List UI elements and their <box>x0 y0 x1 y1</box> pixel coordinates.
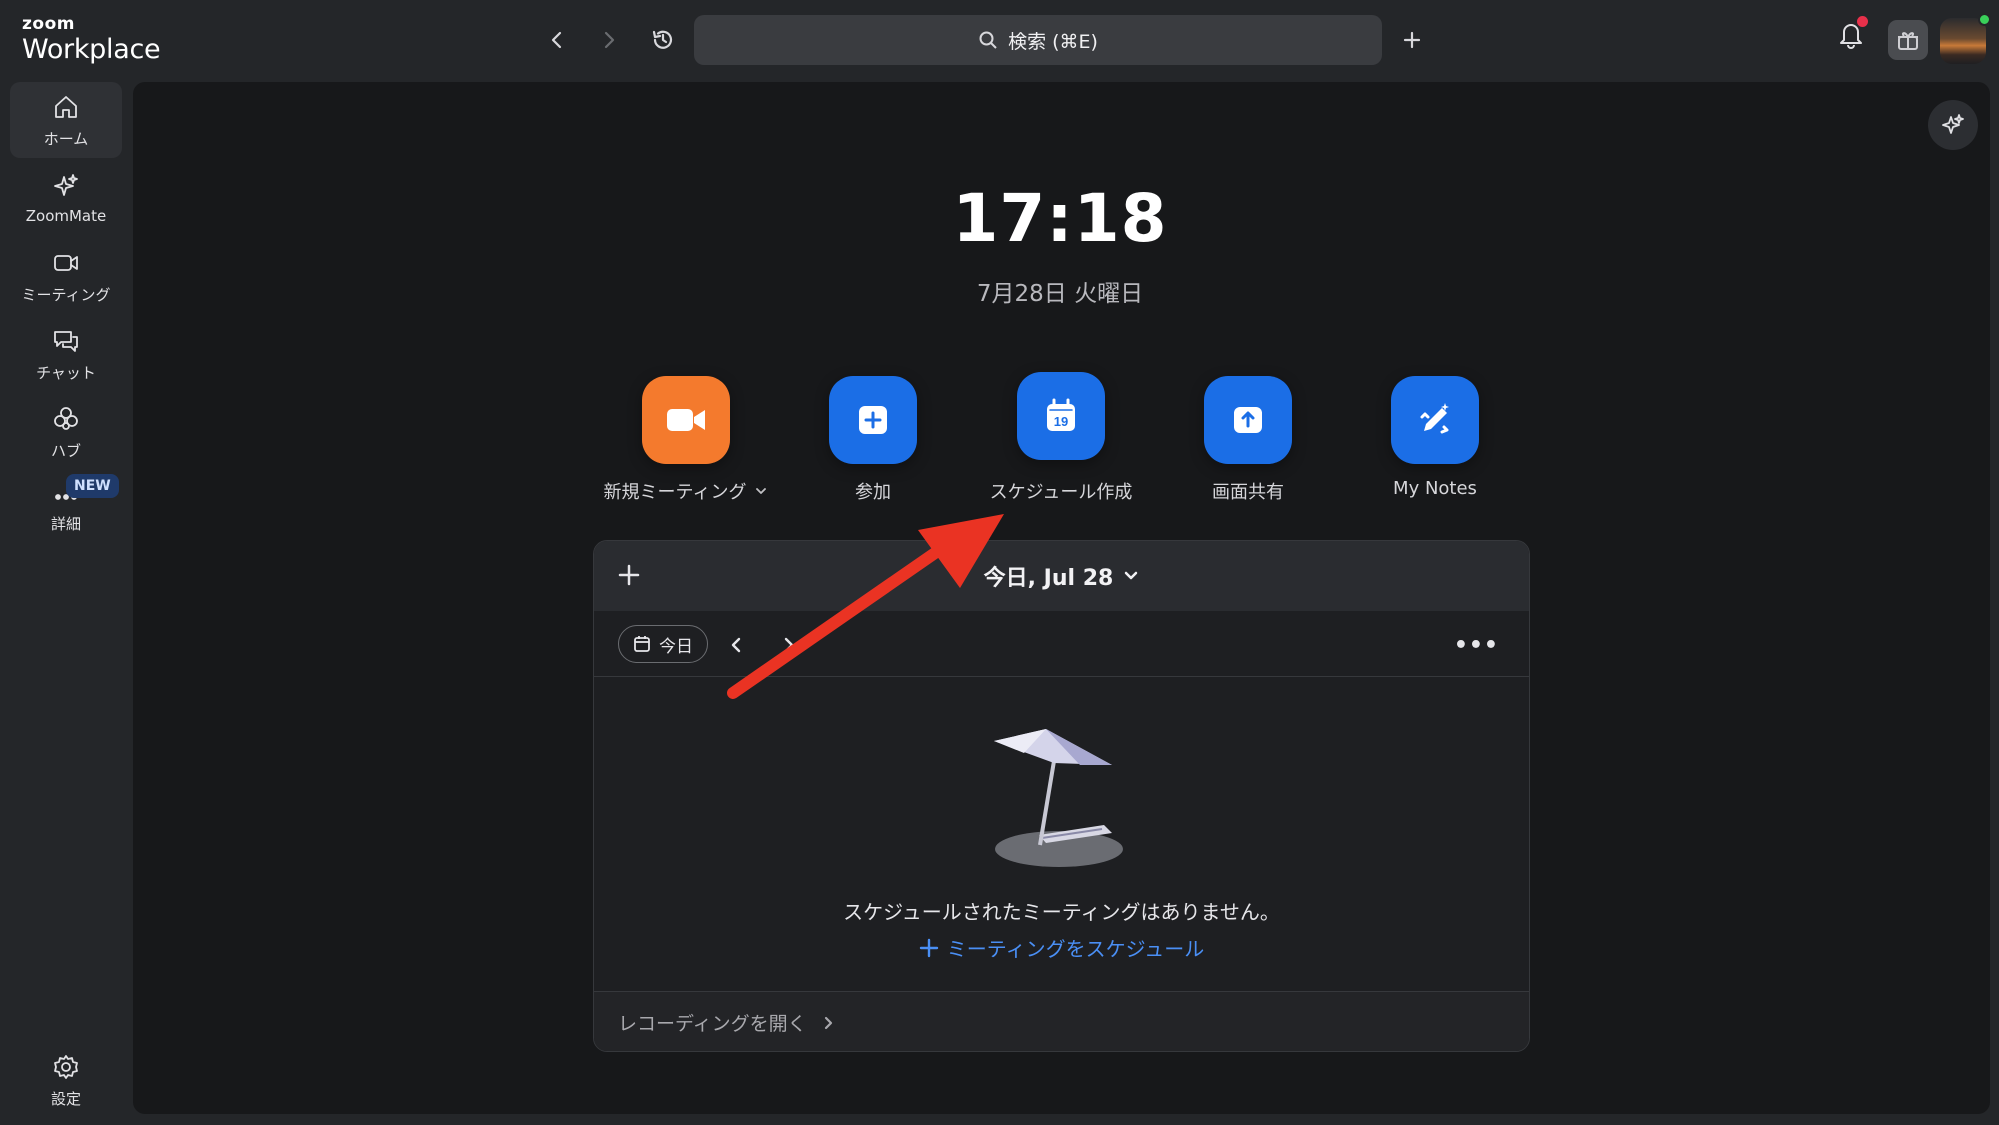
whats-new-button[interactable] <box>1888 20 1928 60</box>
my-notes-label: My Notes <box>1393 478 1477 499</box>
search-label: 検索 (⌘E) <box>1008 30 1098 53</box>
calendar-date-dropdown[interactable]: 今日, Jul 28 <box>594 541 1529 611</box>
history-icon <box>652 30 673 49</box>
calendar-day-number: 19 <box>1054 414 1068 429</box>
calendar-more-button[interactable]: ••• <box>1454 633 1499 658</box>
open-recordings-label: レコーディングを開く <box>618 1013 807 1035</box>
chat-icon <box>54 330 78 352</box>
notifications-button[interactable] <box>1836 16 1868 54</box>
pen-notes-icon <box>1420 403 1449 434</box>
sidebar-item-settings[interactable]: 設定 <box>10 1042 122 1118</box>
join-action[interactable]: 参加 <box>788 376 958 504</box>
calendar-title: 今日, Jul 28 <box>983 566 1114 591</box>
user-avatar[interactable] <box>1940 13 1991 64</box>
new-meeting-action[interactable]: 新規ミーティング <box>601 376 771 504</box>
sidebar-item-label: ホーム <box>43 129 89 148</box>
gear-icon <box>54 1054 78 1079</box>
share-up-icon <box>1234 407 1262 433</box>
sidebar-item-home[interactable]: ホーム <box>10 82 122 158</box>
join-label: 参加 <box>855 482 891 503</box>
chevron-left-icon <box>731 637 741 653</box>
new-meeting-label: 新規ミーティング <box>603 482 747 503</box>
join-button[interactable] <box>829 376 917 464</box>
schedule-action[interactable]: 19 スケジュール作成 <box>976 372 1146 504</box>
top-bar: zoom Workplace 検索 (⌘E) <box>0 0 1999 80</box>
schedule-label: スケジュール作成 <box>989 482 1133 503</box>
chevron-left-icon <box>551 31 562 49</box>
sidebar-item-label: ハブ <box>50 441 81 460</box>
today-label: 今日 <box>659 636 693 657</box>
plus-icon <box>859 406 887 434</box>
search-bar[interactable]: 検索 (⌘E) <box>694 15 1382 65</box>
sidebar-item-label: 詳細 <box>50 514 81 533</box>
chevron-down-icon[interactable] <box>754 484 768 498</box>
schedule-meeting-link[interactable]: ミーティングをスケジュール <box>594 933 1529 962</box>
open-recordings-link[interactable]: レコーディングを開く <box>594 991 1529 1051</box>
home-icon <box>55 95 77 118</box>
calendar-toolbar: 今日 ••• <box>594 611 1529 677</box>
chevron-right-icon <box>824 1016 832 1029</box>
sidebar-item-label: ミーティング <box>21 285 111 304</box>
gift-icon <box>1898 32 1918 50</box>
sidebar-item-label: 設定 <box>50 1089 81 1108</box>
online-status-dot <box>1978 13 1991 26</box>
my-notes-action[interactable]: My Notes <box>1350 376 1520 499</box>
calendar-card: 今日, Jul 28 今日 ••• スケジュールされたミーティングはありません。… <box>593 540 1530 1052</box>
previous-day-button[interactable] <box>723 631 751 659</box>
video-camera-icon <box>667 409 705 431</box>
ai-companion-button[interactable] <box>1928 100 1978 150</box>
new-meeting-button[interactable] <box>642 376 730 464</box>
schedule-button[interactable]: 19 <box>1017 372 1105 460</box>
sparkle-icon <box>54 174 78 196</box>
sparkle-icon <box>1942 114 1964 134</box>
clock-time: 17:18 <box>952 180 1168 257</box>
notification-dot <box>1857 16 1868 27</box>
chevron-right-icon <box>784 637 794 653</box>
today-button[interactable]: 今日 <box>618 625 708 663</box>
sidebar-item-meetings[interactable]: ミーティング <box>10 238 122 314</box>
new-badge: NEW <box>66 474 119 498</box>
search-icon <box>979 31 997 49</box>
sidebar-item-label: チャット <box>36 363 96 382</box>
brand-line1: zoom <box>22 14 75 34</box>
sidebar-item-label: ZoomMate <box>25 207 107 225</box>
plus-icon <box>1403 31 1421 49</box>
empty-schedule-message: スケジュールされたミーティングはありません。 <box>843 900 1280 924</box>
forward-button[interactable] <box>593 24 625 56</box>
sidebar-item-hub[interactable]: ハブ <box>10 394 122 470</box>
sidebar-item-zoommate[interactable]: ZoomMate <box>10 160 122 236</box>
new-tab-button[interactable] <box>1396 24 1428 56</box>
calendar-icon: 19 <box>1047 398 1075 431</box>
chevron-down-icon <box>1125 571 1138 580</box>
share-screen-button[interactable] <box>1204 376 1292 464</box>
beach-umbrella-illustration <box>994 729 1123 867</box>
sidebar-item-chat[interactable]: チャット <box>10 316 122 392</box>
hub-icon <box>54 406 78 430</box>
plus-icon <box>919 938 938 957</box>
history-button[interactable] <box>647 24 679 56</box>
calendar-small-icon <box>634 636 650 652</box>
chevron-right-icon <box>604 31 615 49</box>
my-notes-button[interactable] <box>1391 376 1479 464</box>
sidebar: ホーム ZoomMate ミーティング チャット ハブ 詳細 NEW 設定 <box>0 80 130 1120</box>
back-button[interactable] <box>541 24 573 56</box>
clock-date: 7月28日 火曜日 <box>976 281 1144 307</box>
video-icon <box>54 254 78 271</box>
brand-logo: zoom Workplace <box>22 14 161 65</box>
brand-line2: Workplace <box>22 34 161 65</box>
share-screen-action[interactable]: 画面共有 <box>1163 376 1333 504</box>
schedule-meeting-label: ミーティングをスケジュール <box>946 937 1205 961</box>
next-day-button[interactable] <box>774 631 802 659</box>
share-screen-label: 画面共有 <box>1212 482 1284 503</box>
